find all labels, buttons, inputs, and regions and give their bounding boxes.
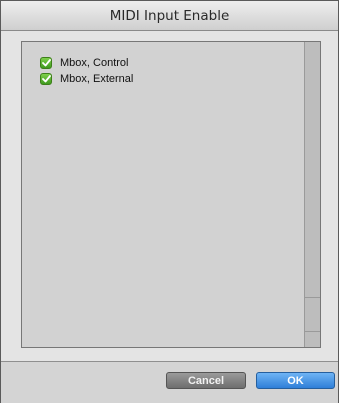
list-item-mbox-control[interactable]: Mbox, Control <box>22 55 316 71</box>
scroll-up-button[interactable] <box>305 297 320 313</box>
vertical-scrollbar[interactable] <box>304 42 320 347</box>
scroll-down-button[interactable] <box>305 331 320 347</box>
checkmark-icon <box>41 59 51 67</box>
list-item-mbox-external[interactable]: Mbox, External <box>22 71 316 87</box>
ok-button[interactable]: OK <box>256 372 335 389</box>
item-label-mbox-external: Mbox, External <box>60 73 134 85</box>
title-bar[interactable]: MIDI Input Enable <box>1 1 338 31</box>
item-label-mbox-control: Mbox, Control <box>60 57 129 69</box>
cancel-button[interactable]: Cancel <box>166 372 246 389</box>
dialog-title: MIDI Input Enable <box>109 7 230 24</box>
device-list: Mbox, Control Mbox, External <box>22 42 316 347</box>
dialog-footer: Cancel OK <box>1 361 338 403</box>
device-list-panel: Mbox, Control Mbox, External <box>21 41 321 348</box>
checkmark-icon <box>41 75 51 83</box>
checkbox-mbox-external[interactable] <box>40 73 52 85</box>
checkbox-mbox-control[interactable] <box>40 57 52 69</box>
midi-input-enable-dialog: MIDI Input Enable Mbox, Control Mbox, Ex… <box>0 0 339 403</box>
